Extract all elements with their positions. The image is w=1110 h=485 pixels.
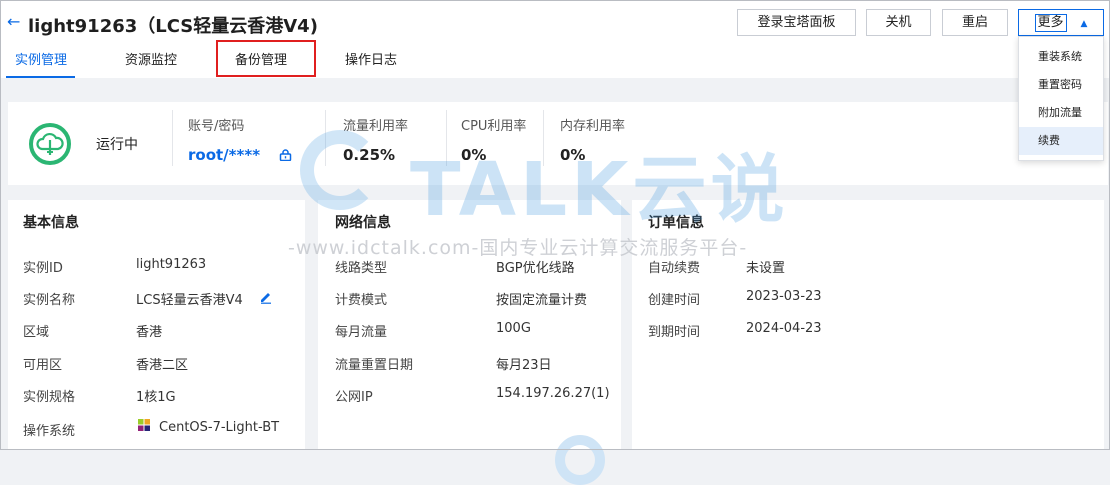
info-label: 可用区 xyxy=(23,358,63,373)
cpu-usage-value: 0% xyxy=(461,146,487,164)
divider xyxy=(446,110,447,166)
info-label: 实例ID xyxy=(23,261,63,276)
info-label: 区域 xyxy=(23,325,50,340)
info-value: 香港 xyxy=(136,325,163,340)
network-info-card: 网络信息 线路类型 BGP优化线路 计费模式 按固定流量计费 每月流量 100G… xyxy=(318,200,621,450)
caret-up-icon: ▲ xyxy=(1080,19,1088,29)
info-value: 2023-03-23 xyxy=(746,289,822,304)
info-label: 自动续费 xyxy=(648,261,701,276)
highlight-box xyxy=(216,40,316,77)
info-label: 到期时间 xyxy=(648,325,701,340)
info-value: 香港二区 xyxy=(136,358,189,373)
menu-item-reinstall-system[interactable]: 重装系统 xyxy=(1019,43,1103,71)
traffic-usage-label: 流量利用率 xyxy=(343,119,409,134)
cloud-running-icon xyxy=(29,123,71,165)
info-value: CentOS-7-Light-BT xyxy=(159,420,280,435)
info-value: BGP优化线路 xyxy=(496,261,575,276)
centos-logo-icon xyxy=(138,419,150,431)
info-value: 1核1G xyxy=(136,390,176,405)
order-info-card: 订单信息 自动续费 未设置 创建时间 2023-03-23 到期时间 2024-… xyxy=(632,200,1104,450)
status-text: 运行中 xyxy=(96,137,138,153)
back-arrow-icon[interactable]: ← xyxy=(7,12,20,31)
network-info-title: 网络信息 xyxy=(335,215,391,231)
menu-item-add-traffic[interactable]: 附加流量 xyxy=(1019,99,1103,127)
info-label: 流量重置日期 xyxy=(335,358,414,373)
divider xyxy=(543,110,544,166)
info-value: 2024-04-23 xyxy=(746,321,822,336)
info-label: 线路类型 xyxy=(335,261,388,276)
order-info-title: 订单信息 xyxy=(648,215,704,231)
account-value: root/**** xyxy=(188,146,261,164)
edit-pencil-icon[interactable] xyxy=(259,290,273,304)
divider xyxy=(325,110,326,166)
info-label: 计费模式 xyxy=(335,293,388,308)
info-label: 操作系统 xyxy=(23,424,76,439)
divider xyxy=(172,110,173,166)
info-value: 每月23日 xyxy=(496,358,552,373)
info-value: 100G xyxy=(496,321,531,336)
info-label: 实例规格 xyxy=(23,390,76,405)
info-value: light91263 xyxy=(136,257,207,272)
memory-usage-label: 内存利用率 xyxy=(560,119,626,134)
page-title: light91263（LCS轻量云香港V4) xyxy=(28,16,318,37)
more-button-label: 更多 xyxy=(1034,14,1067,32)
info-value: 按固定流量计费 xyxy=(496,293,588,308)
page-header: ← light91263（LCS轻量云香港V4) 登录宝塔面板 关机 重启 更多… xyxy=(0,0,1110,78)
basic-info-title: 基本信息 xyxy=(23,215,79,231)
lock-icon[interactable] xyxy=(279,149,292,161)
info-label: 每月流量 xyxy=(335,325,388,340)
menu-item-renew[interactable]: 续费 xyxy=(1019,127,1103,155)
tab-instance-management[interactable]: 实例管理 xyxy=(15,49,67,68)
info-value: LCS轻量云香港V4 xyxy=(136,293,243,308)
login-bt-panel-button[interactable]: 登录宝塔面板 xyxy=(737,9,856,36)
cpu-usage-label: CPU利用率 xyxy=(461,119,527,134)
basic-info-card: 基本信息 实例ID light91263 实例名称 LCS轻量云香港V4 区域 … xyxy=(8,200,305,450)
restart-button[interactable]: 重启 xyxy=(942,9,1008,36)
info-label: 实例名称 xyxy=(23,293,76,308)
account-label: 账号/密码 xyxy=(188,119,245,134)
more-dropdown-button[interactable]: 更多 ▲ xyxy=(1018,9,1104,36)
info-value: 154.197.26.27(1) xyxy=(496,386,610,401)
info-label: 公网IP xyxy=(335,390,373,405)
traffic-usage-value: 0.25% xyxy=(343,146,396,164)
tab-operation-log[interactable]: 操作日志 xyxy=(345,49,397,68)
memory-usage-value: 0% xyxy=(560,146,586,164)
active-tab-indicator xyxy=(6,76,75,78)
menu-item-reset-password[interactable]: 重置密码 xyxy=(1019,71,1103,99)
tab-resource-monitoring[interactable]: 资源监控 xyxy=(125,49,177,68)
info-label: 创建时间 xyxy=(648,293,701,308)
info-value: 未设置 xyxy=(746,261,786,276)
watermark-fragment xyxy=(555,435,605,485)
shutdown-button[interactable]: 关机 xyxy=(866,9,931,36)
more-dropdown-menu: 重装系统 重置密码 附加流量 续费 xyxy=(1018,36,1104,161)
status-card: 运行中 账号/密码 root/**** 流量利用率 0.25% CPU利用率 0… xyxy=(8,102,1108,185)
